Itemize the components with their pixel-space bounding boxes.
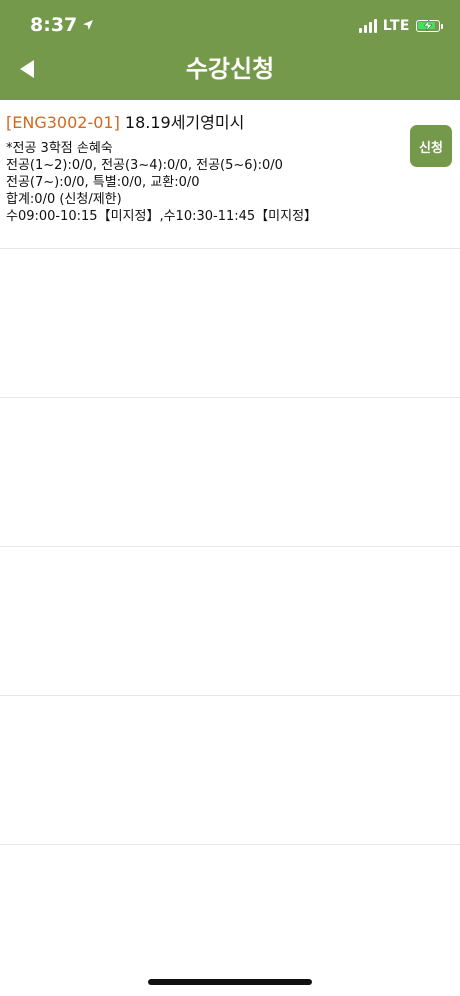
status-indicators: LTE xyxy=(358,18,443,34)
home-indicator[interactable] xyxy=(148,979,312,985)
empty-row xyxy=(0,398,460,547)
status-bar: 8:37 LTE xyxy=(0,0,460,50)
course-quota-line-2: 전공(7~):0/0, 특별:0/0, 교환:0/0 xyxy=(6,175,200,190)
battery-charging-icon xyxy=(416,20,443,32)
course-total: 합계:0/0 (신청/제한) xyxy=(6,192,122,207)
course-row: [ENG3002-01] 18.19세기영미시 *전공 3학점 손혜숙 전공(1… xyxy=(0,100,460,249)
nav-bar: 수강신청 xyxy=(0,48,460,90)
header-bar: 8:37 LTE 수강신청 xyxy=(0,0,460,100)
network-type: LTE xyxy=(382,18,410,34)
empty-row xyxy=(0,249,460,398)
course-credit-professor: *전공 3학점 손혜숙 xyxy=(6,141,113,156)
apply-button[interactable]: 신청 xyxy=(410,125,452,167)
location-arrow-icon xyxy=(83,20,94,30)
course-quota-line-1: 전공(1~2):0/0, 전공(3~4):0/0, 전공(5~6):0/0 xyxy=(6,158,283,173)
empty-row xyxy=(0,547,460,696)
status-time: 8:37 xyxy=(30,14,94,36)
course-code: [ENG3002-01] xyxy=(6,113,120,132)
course-schedule: 수09:00-10:15【미지정】,수10:30-11:45【미지정】 xyxy=(6,209,318,224)
page-title: 수강신청 xyxy=(185,55,275,83)
signal-bars-icon xyxy=(358,19,377,33)
course-list: [ENG3002-01] 18.19세기영미시 *전공 3학점 손혜숙 전공(1… xyxy=(0,100,460,845)
course-info: [ENG3002-01] 18.19세기영미시 *전공 3학점 손혜숙 전공(1… xyxy=(6,112,400,225)
empty-row xyxy=(0,696,460,845)
course-title: [ENG3002-01] 18.19세기영미시 xyxy=(6,112,400,134)
course-name: 18.19세기영미시 xyxy=(124,113,245,132)
status-time-text: 8:37 xyxy=(30,14,78,36)
